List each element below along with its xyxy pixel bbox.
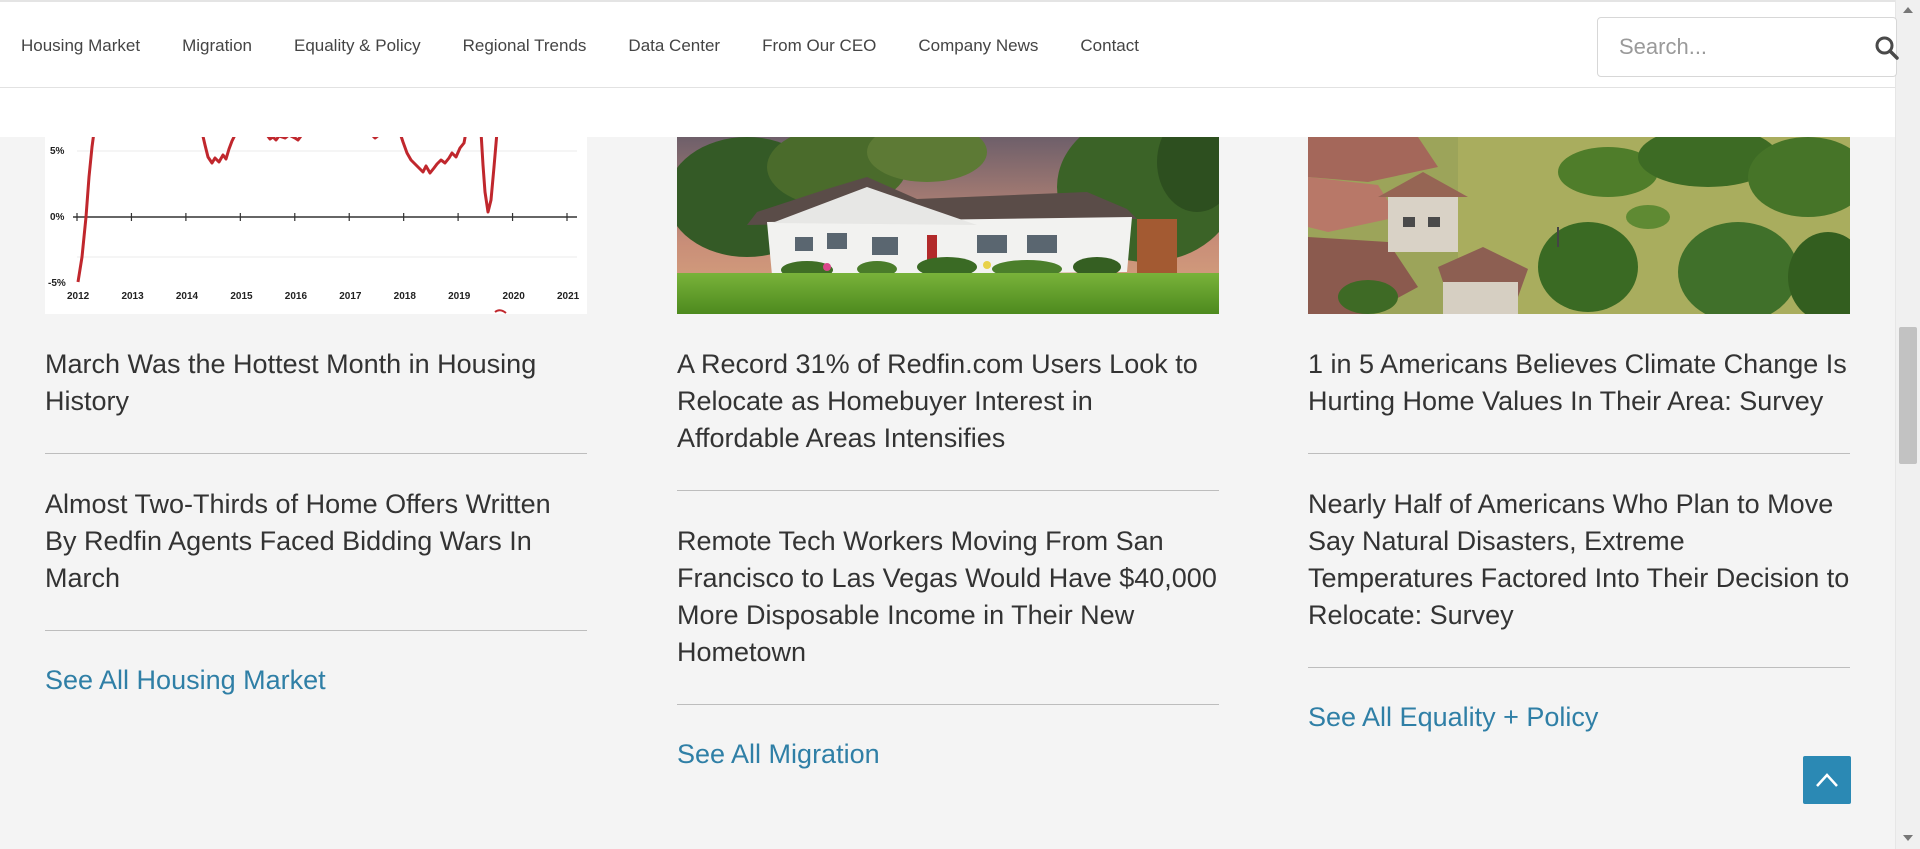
x-tick-label: 2017: [339, 291, 362, 302]
article-thumbnail-house[interactable]: [677, 137, 1219, 314]
price-growth-chart: 5% 0% -5% 2012 2013 2014 2015 2016 2017 2018 20…: [45, 137, 587, 314]
article-link[interactable]: 1 in 5 Americans Believes Climate Change…: [1308, 314, 1850, 454]
nav-item-data-center[interactable]: Data Center: [628, 36, 720, 56]
housing-market-column: 5% 0% -5% 2012 2013 2014 2015 2016 2017 2018 20…: [45, 137, 587, 696]
top-navigation: Housing Market Migration Equality & Poli…: [0, 0, 1900, 88]
x-tick-label: 2015: [230, 291, 253, 302]
header-spacer: [0, 88, 1895, 137]
y-tick-label: -5%: [48, 278, 66, 289]
see-all-equality-policy-link[interactable]: See All Equality + Policy: [1308, 702, 1850, 733]
search-icon[interactable]: [1874, 35, 1900, 61]
x-tick-label: 2018: [394, 291, 417, 302]
nav-item-contact[interactable]: Contact: [1080, 36, 1139, 56]
nav-menu: Housing Market Migration Equality & Poli…: [21, 36, 1181, 56]
scrollbar-thumb[interactable]: [1899, 327, 1917, 464]
article-link[interactable]: March Was the Hottest Month in Housing H…: [45, 314, 587, 454]
nav-item-from-our-ceo[interactable]: From Our CEO: [762, 36, 876, 56]
article-link[interactable]: Nearly Half of Americans Who Plan to Mov…: [1308, 454, 1850, 668]
search-input[interactable]: [1598, 18, 1838, 76]
y-tick-label: 0%: [50, 212, 65, 223]
scroll-to-top-button[interactable]: [1803, 756, 1851, 804]
article-link[interactable]: A Record 31% of Redfin.com Users Look to…: [677, 314, 1219, 491]
chevron-up-icon: [1816, 773, 1838, 787]
nav-item-migration[interactable]: Migration: [182, 36, 252, 56]
x-tick-label: 2020: [503, 291, 526, 302]
migration-column: A Record 31% of Redfin.com Users Look to…: [677, 137, 1219, 770]
x-tick-label: 2014: [176, 291, 199, 302]
x-tick-label: 2016: [285, 291, 308, 302]
nav-item-equality-policy[interactable]: Equality & Policy: [294, 36, 421, 56]
scroll-down-arrow-icon[interactable]: [1903, 834, 1913, 842]
x-tick-label: 2021: [557, 291, 580, 302]
house-photo: [677, 137, 1219, 314]
scroll-up-arrow-icon[interactable]: [1903, 6, 1913, 14]
article-link[interactable]: Remote Tech Workers Moving From San Fran…: [677, 491, 1219, 705]
x-tick-label: 2012: [67, 291, 90, 302]
flood-photo: [1308, 137, 1850, 314]
search-box: [1597, 17, 1900, 77]
x-tick-label: 2013: [121, 291, 144, 302]
article-link[interactable]: Almost Two-Thirds of Home Offers Written…: [45, 454, 587, 631]
page-scrollbar[interactable]: [1895, 0, 1920, 849]
nav-item-regional-trends[interactable]: Regional Trends: [463, 36, 587, 56]
see-all-migration-link[interactable]: See All Migration: [677, 739, 1219, 770]
nav-item-housing-market[interactable]: Housing Market: [21, 36, 140, 56]
article-thumbnail-flood[interactable]: [1308, 137, 1850, 314]
x-tick-label: 2019: [448, 291, 471, 302]
nav-item-company-news[interactable]: Company News: [918, 36, 1038, 56]
article-thumbnail-chart[interactable]: 5% 0% -5% 2012 2013 2014 2015 2016 2017 2018 20…: [45, 137, 587, 314]
page: Housing Market Migration Equality & Poli…: [0, 0, 1920, 849]
y-tick-label: 5%: [50, 146, 65, 157]
see-all-housing-market-link[interactable]: See All Housing Market: [45, 665, 587, 696]
equality-policy-column: 1 in 5 Americans Believes Climate Change…: [1308, 137, 1850, 733]
